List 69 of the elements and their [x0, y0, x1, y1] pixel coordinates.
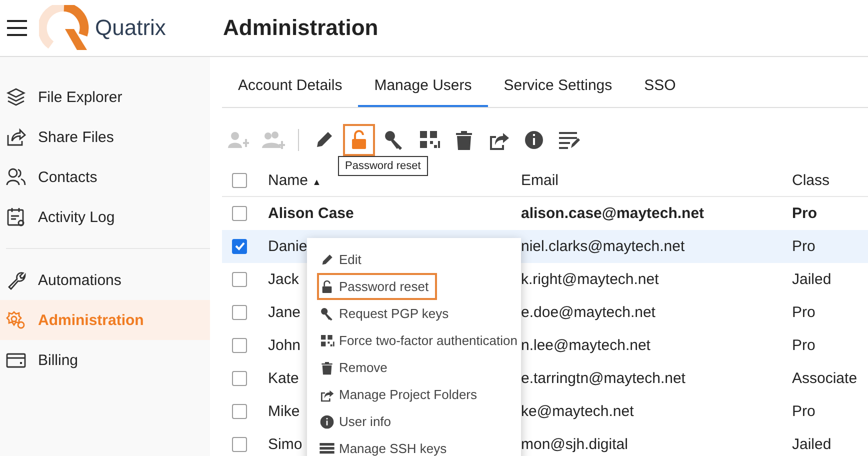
menu-item[interactable]: User info — [317, 408, 398, 435]
calendar-icon — [6, 207, 26, 227]
table-cell: mon@sjh.digital — [521, 436, 628, 452]
sidebar-item[interactable]: Share Files — [0, 117, 210, 157]
table-cell: Alison Case — [268, 204, 354, 222]
tooltip: Password reset — [338, 156, 428, 176]
table-cell: Pro — [792, 402, 816, 420]
tab[interactable]: Account Details — [222, 67, 358, 107]
menu-item[interactable]: Force two-factor authentication — [317, 327, 524, 354]
table-cell: n.lee@maytech.net — [521, 336, 650, 354]
info-icon — [319, 414, 335, 430]
table-cell: John — [268, 336, 301, 354]
sidebar-item[interactable]: Billing — [0, 340, 210, 380]
trash-icon — [319, 360, 335, 376]
wrench-icon — [6, 270, 26, 290]
share-icon — [6, 127, 26, 147]
table-cell: Jailed — [792, 436, 832, 452]
table-cell: e.tarringtn@maytech.net — [521, 370, 686, 386]
table-cell: niel.clarks@maytech.net — [521, 238, 685, 254]
checkbox[interactable] — [232, 206, 247, 220]
checkbox[interactable] — [232, 338, 247, 352]
table-cell: Pro — [792, 204, 818, 222]
gear-icon — [6, 310, 26, 330]
menu-item[interactable]: Manage SSH keys — [317, 435, 453, 456]
checkbox[interactable] — [232, 172, 247, 188]
logo-icon — [39, 5, 89, 51]
menu-item[interactable]: Password reset — [317, 273, 437, 300]
table-cell: Jane — [268, 304, 301, 320]
checkbox[interactable] — [232, 238, 247, 254]
table-cell: ke@maytech.net — [521, 402, 634, 420]
table-cell: Pro — [792, 238, 816, 254]
menu-item[interactable]: Request PGP keys — [317, 300, 455, 327]
checkbox[interactable] — [232, 436, 247, 452]
tab[interactable]: Service Settings — [488, 67, 628, 107]
table-cell: Danie — [268, 238, 308, 254]
table-cell: Pro — [792, 336, 816, 354]
table-cell: Simo — [268, 436, 302, 452]
checkbox[interactable] — [232, 404, 247, 418]
table-cell: Kate — [268, 370, 299, 386]
column-header[interactable]: Email — [521, 172, 559, 188]
page-title: Administration — [223, 15, 378, 41]
table-cell: Pro — [792, 304, 816, 320]
logo-text: Quatrix — [95, 15, 167, 41]
table-cell: k.right@maytech.net — [521, 270, 659, 288]
menu-item[interactable]: Remove — [317, 354, 394, 381]
table-cell: Associate — [792, 370, 858, 386]
sidebar-item[interactable]: Activity Log — [0, 197, 210, 237]
table-cell: Jailed — [792, 270, 832, 288]
sidebar-item[interactable]: Automations — [0, 260, 210, 300]
table-cell: Mike — [268, 402, 300, 420]
sidebar-item[interactable]: Contacts — [0, 157, 210, 197]
menu-item[interactable]: Manage Project Folders — [317, 381, 484, 408]
table-cell: Jack — [268, 270, 299, 288]
checkbox[interactable] — [232, 304, 247, 320]
checkbox[interactable] — [232, 370, 247, 386]
layers-icon — [6, 87, 26, 107]
table-cell: e.doe@maytech.net — [521, 304, 656, 320]
column-header[interactable]: Name ▲ — [268, 172, 322, 188]
people-icon — [6, 167, 26, 187]
qr-code-icon — [319, 332, 335, 348]
menu-icon[interactable] — [7, 20, 27, 36]
key-icon — [319, 306, 335, 322]
tab[interactable]: Manage Users — [358, 67, 488, 107]
column-header[interactable]: Class — [792, 172, 830, 188]
sidebar-item[interactable]: File Explorer — [0, 77, 210, 117]
menu-item[interactable]: Edit — [317, 246, 368, 273]
checkbox[interactable] — [232, 272, 247, 286]
tab[interactable]: SSO — [628, 67, 692, 107]
table-cell: alison.case@maytech.net — [521, 204, 704, 222]
